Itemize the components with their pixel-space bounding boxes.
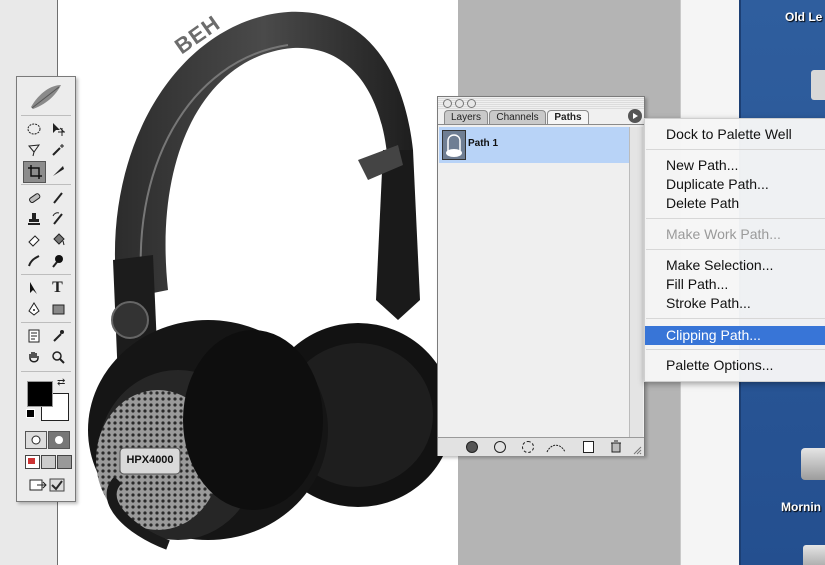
paint-bucket-tool-icon[interactable] <box>47 230 68 250</box>
desktop-icon-label-morning[interactable]: Mornin <box>781 500 821 514</box>
load-selection-icon[interactable] <box>522 441 534 453</box>
minimize-button[interactable] <box>455 99 464 108</box>
palette-menu-button[interactable] <box>628 109 642 123</box>
clone-stamp-tool-icon[interactable] <box>23 209 44 229</box>
desktop-icon-folder[interactable] <box>811 70 825 100</box>
lasso-tool-icon[interactable] <box>23 140 44 160</box>
rectangle-tool-icon[interactable] <box>47 299 68 319</box>
crop-tool-icon[interactable] <box>23 161 46 183</box>
history-brush-tool-icon[interactable] <box>47 209 68 229</box>
menu-item-clipping-path[interactable]: Clipping Path... <box>645 326 825 345</box>
healing-brush-tool-icon[interactable] <box>23 188 44 208</box>
type-tool-icon[interactable]: T <box>47 278 68 298</box>
stroke-path-icon[interactable] <box>494 441 506 453</box>
paths-palette: Layers Channels Paths Path 1 <box>437 96 645 456</box>
move-tool-icon[interactable] <box>47 119 68 139</box>
tab-layers[interactable]: Layers <box>444 110 488 125</box>
magic-wand-tool-icon[interactable] <box>47 140 68 160</box>
eyedropper-tool-icon[interactable] <box>47 326 68 346</box>
triangle-right-icon <box>633 113 638 119</box>
menu-item-duplicate-path[interactable]: Duplicate Path... <box>645 175 825 194</box>
palette-scrollbar[interactable] <box>629 127 643 437</box>
resize-grip-icon[interactable] <box>632 442 642 460</box>
tools-divider <box>21 274 71 275</box>
delete-path-icon[interactable] <box>610 440 622 458</box>
slice-tool-icon[interactable] <box>47 161 68 181</box>
fill-path-icon[interactable] <box>466 441 478 453</box>
tools-divider <box>21 115 71 116</box>
path-thumbnail <box>442 130 466 160</box>
menu-item-delete-path[interactable]: Delete Path <box>645 194 825 213</box>
zoom-tool-icon[interactable] <box>47 347 68 367</box>
menu-separator <box>646 318 825 319</box>
desktop-icon-disk-2[interactable] <box>803 545 825 565</box>
brush-tool-icon[interactable] <box>47 188 68 208</box>
dodge-tool-icon[interactable] <box>47 251 68 271</box>
menu-item-new-path[interactable]: New Path... <box>645 156 825 175</box>
menu-item-stroke-path[interactable]: Stroke Path... <box>645 294 825 313</box>
tools-divider <box>21 184 71 185</box>
tab-channels[interactable]: Channels <box>489 110 546 125</box>
full-screen-mode-button[interactable] <box>57 455 72 469</box>
paths-palette-menu: Dock to Palette Well New Path... Duplica… <box>644 118 825 382</box>
tools-divider <box>21 371 71 372</box>
menu-separator <box>646 349 825 350</box>
eraser-tool-icon[interactable] <box>23 230 44 250</box>
zoom-button[interactable] <box>467 99 476 108</box>
palette-footer <box>438 437 644 456</box>
paths-list: Path 1 <box>439 127 629 437</box>
hand-tool-icon[interactable] <box>23 347 44 367</box>
standard-screen-mode-button[interactable] <box>25 455 40 469</box>
close-button[interactable] <box>443 99 452 108</box>
desktop-icon-disk[interactable] <box>801 448 825 480</box>
marquee-tool-icon[interactable] <box>23 119 44 139</box>
tab-paths[interactable]: Paths <box>547 110 589 125</box>
standard-mode-button[interactable] <box>25 431 47 449</box>
notes-tool-icon[interactable] <box>23 326 44 346</box>
menu-item-fill-path[interactable]: Fill Path... <box>645 275 825 294</box>
menu-item-make-work-path: Make Work Path... <box>666 226 781 242</box>
jump-to-imageready-button[interactable] <box>25 477 69 493</box>
swap-colors-icon[interactable]: ⇄ <box>57 377 65 388</box>
foreground-color-swatch[interactable] <box>27 381 53 407</box>
model-badge-text: HPX4000 <box>126 454 174 466</box>
menu-item-make-selection[interactable]: Make Selection... <box>645 256 825 275</box>
menu-item-dock-to-palette-well[interactable]: Dock to Palette Well <box>645 125 825 144</box>
desktop-icon-label-old[interactable]: Old Le <box>785 10 822 24</box>
smudge-tool-icon[interactable] <box>23 251 44 271</box>
path-name: Path 1 <box>468 138 499 149</box>
document-canvas[interactable]: BEH HPX4000 <box>57 0 459 565</box>
feather-icon[interactable] <box>29 83 63 111</box>
pen-tool-icon[interactable] <box>23 299 44 319</box>
menu-separator <box>646 249 825 250</box>
default-colors-icon[interactable] <box>26 409 35 418</box>
menu-separator <box>646 149 825 150</box>
path-selection-tool-icon[interactable] <box>23 278 44 298</box>
make-work-path-icon[interactable] <box>546 441 566 459</box>
new-path-icon[interactable] <box>583 441 594 453</box>
menu-item-palette-options[interactable]: Palette Options... <box>645 356 825 375</box>
full-screen-menu-mode-button[interactable] <box>41 455 56 469</box>
path-row[interactable]: Path 1 <box>439 127 629 163</box>
menu-separator <box>646 218 825 219</box>
tab-strip-line <box>438 124 644 125</box>
tools-divider <box>21 322 71 323</box>
headphones-image <box>88 11 453 550</box>
tools-palette: T ⇄ <box>16 76 76 502</box>
quick-mask-mode-button[interactable] <box>48 431 70 449</box>
